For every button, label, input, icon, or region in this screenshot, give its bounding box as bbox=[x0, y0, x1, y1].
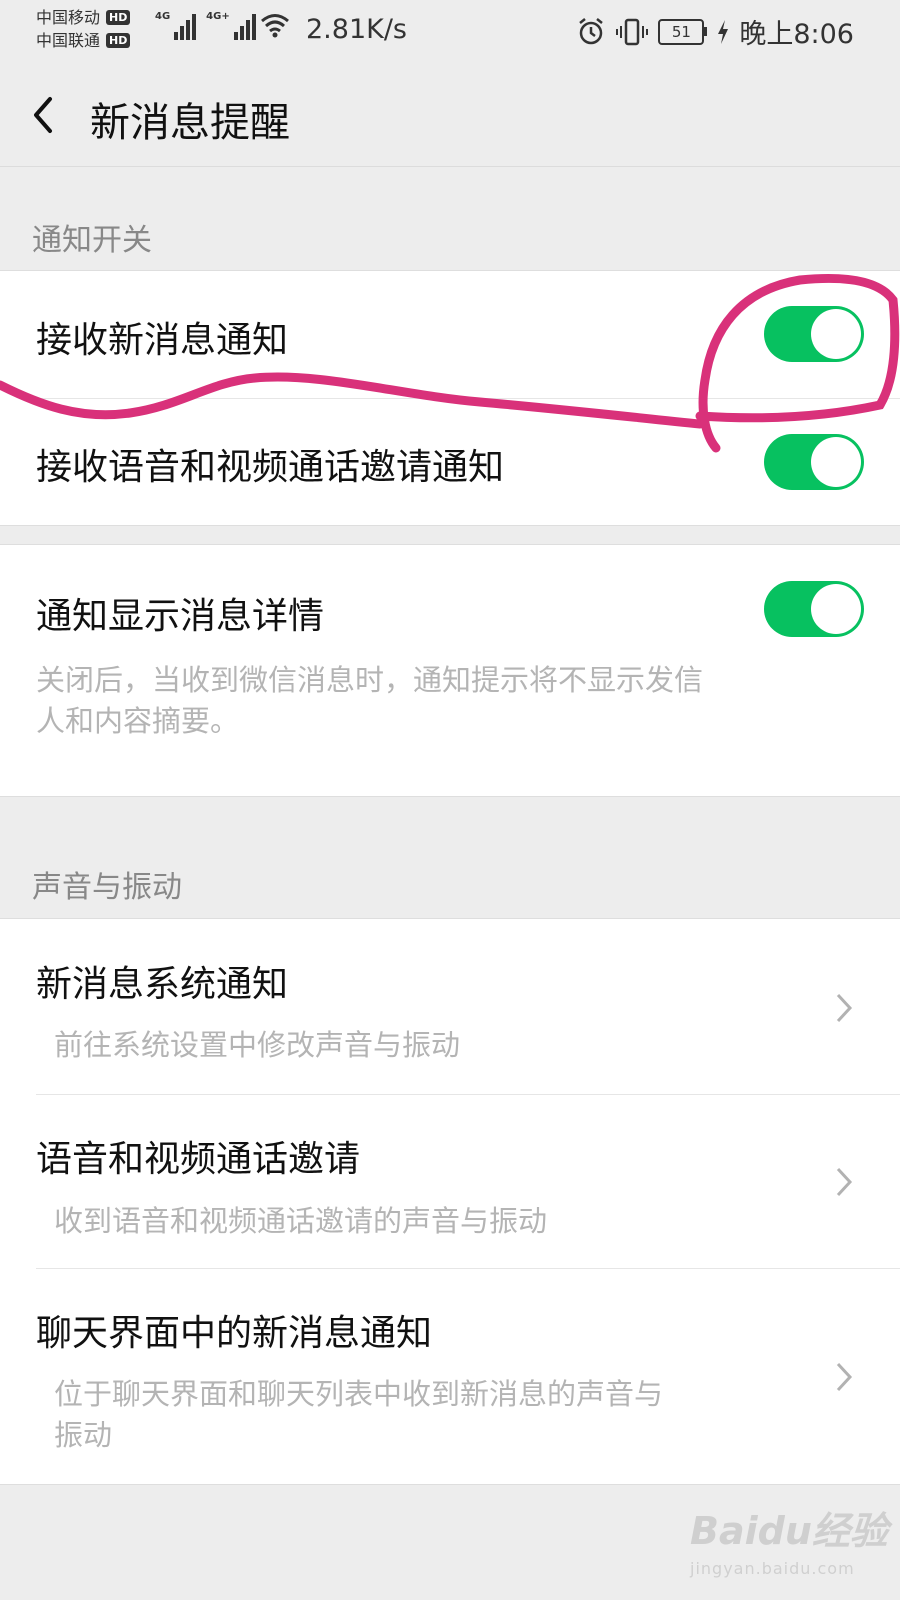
hd-badge: HD bbox=[106, 33, 131, 48]
setting-row-call-invite-sound[interactable]: 语音和视频通话邀请 收到语音和视频通话邀请的声音与振动 bbox=[0, 1094, 900, 1268]
vibrate-icon bbox=[616, 18, 649, 45]
hd-badge: HD bbox=[106, 10, 131, 25]
nav-bar: 新消息提醒 bbox=[0, 62, 900, 167]
alarm-icon bbox=[579, 17, 604, 44]
setting-title: 语音和视频通话邀请 bbox=[36, 1139, 361, 1180]
toggle-switch[interactable] bbox=[764, 581, 864, 637]
setting-title: 新消息系统通知 bbox=[36, 964, 289, 1005]
notify-switches-card: 接收新消息通知 接收语音和视频通话邀请通知 bbox=[0, 270, 900, 526]
watermark-url: jingyan.baidu.com bbox=[690, 1559, 855, 1578]
toggle-knob bbox=[811, 584, 861, 634]
toggle-knob bbox=[811, 437, 861, 487]
setting-row-receive-call-invite[interactable]: 接收语音和视频通话邀请通知 bbox=[0, 398, 900, 525]
setting-label: 接收语音和视频通话邀请通知 bbox=[36, 447, 505, 488]
network-speed: 2.81K/s bbox=[306, 14, 407, 45]
desc-line: 关闭后，当收到微信消息时，通知提示将不显示发信 bbox=[36, 663, 704, 697]
desc-line: 位于聊天界面和聊天列表中收到新消息的声音与 bbox=[54, 1377, 664, 1411]
details-card: 通知显示消息详情 关闭后，当收到微信消息时，通知提示将不显示发信 人和内容摘要。 bbox=[0, 544, 900, 797]
network-type-1: 4G bbox=[155, 11, 171, 22]
section-header-sound: 声音与振动 bbox=[32, 870, 182, 905]
setting-row-receive-new-message[interactable]: 接收新消息通知 bbox=[0, 271, 900, 398]
toggle-knob bbox=[811, 309, 861, 359]
battery-icon: 51 bbox=[658, 18, 708, 45]
carrier-info: 中国移动 HD 中国联通 HD bbox=[36, 6, 131, 52]
carrier-2: 中国联通 bbox=[36, 31, 101, 50]
setting-description: 位于聊天界面和聊天列表中收到新消息的声音与 振动 bbox=[54, 1374, 814, 1456]
network-type-2: 4G+ bbox=[206, 11, 230, 22]
section-header-notify: 通知开关 bbox=[32, 223, 152, 258]
battery-level: 51 bbox=[658, 18, 705, 45]
signal-icon bbox=[174, 10, 197, 40]
setting-title: 聊天界面中的新消息通知 bbox=[36, 1313, 433, 1354]
wifi-icon bbox=[260, 14, 289, 38]
setting-row-show-details[interactable]: 通知显示消息详情 关闭后，当收到微信消息时，通知提示将不显示发信 人和内容摘要。 bbox=[0, 545, 900, 796]
chevron-right-icon bbox=[836, 993, 853, 1023]
charging-icon bbox=[718, 19, 729, 44]
status-bar: 中国移动 HD 中国联通 HD 4G 4G+ 2.81K/s 51 晚上8:06 bbox=[0, 0, 900, 62]
watermark-brand: Baidu经验 bbox=[690, 1509, 888, 1553]
clock: 晚上8:06 bbox=[739, 19, 854, 50]
setting-row-chat-new-message[interactable]: 聊天界面中的新消息通知 位于聊天界面和聊天列表中收到新消息的声音与 振动 bbox=[0, 1268, 900, 1484]
toggle-switch[interactable] bbox=[764, 434, 864, 490]
setting-row-system-notification[interactable]: 新消息系统通知 前往系统设置中修改声音与振动 bbox=[0, 919, 900, 1094]
setting-description: 关闭后，当收到微信消息时，通知提示将不显示发信 人和内容摘要。 bbox=[36, 660, 856, 742]
watermark: Baidu经验 jingyan.baidu.com bbox=[690, 1500, 888, 1578]
desc-line: 人和内容摘要。 bbox=[36, 704, 240, 738]
back-arrow-icon[interactable] bbox=[26, 87, 66, 143]
carrier-1: 中国移动 bbox=[36, 8, 101, 27]
page-title: 新消息提醒 bbox=[90, 100, 290, 146]
signal-icon bbox=[233, 10, 256, 40]
toggle-switch[interactable] bbox=[764, 306, 864, 362]
sound-card: 新消息系统通知 前往系统设置中修改声音与振动 语音和视频通话邀请 收到语音和视频… bbox=[0, 918, 900, 1485]
setting-label: 接收新消息通知 bbox=[36, 320, 289, 361]
chevron-right-icon bbox=[836, 1167, 853, 1197]
setting-description: 收到语音和视频通话邀请的声音与振动 bbox=[54, 1204, 548, 1238]
setting-description: 前往系统设置中修改声音与振动 bbox=[54, 1028, 461, 1062]
signal-indicators: 4G 4G+ bbox=[155, 10, 290, 40]
setting-label: 通知显示消息详情 bbox=[36, 596, 325, 637]
desc-line: 振动 bbox=[54, 1418, 113, 1452]
chevron-right-icon bbox=[836, 1362, 853, 1392]
